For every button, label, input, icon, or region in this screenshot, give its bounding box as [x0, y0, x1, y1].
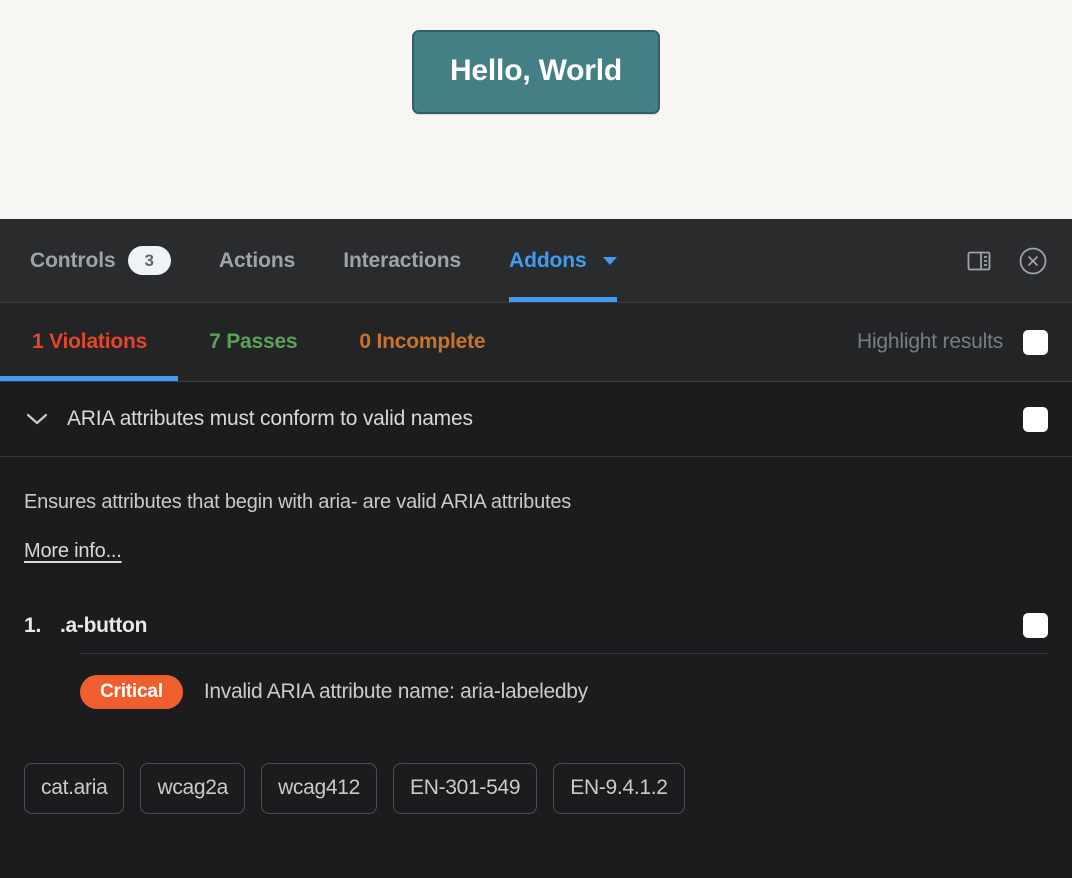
a11y-results-tabs: 1 Violations 7 Passes 0 Incomplete Highl… [0, 303, 1072, 382]
tab-interactions-label: Interactions [343, 248, 462, 272]
tag-chip[interactable]: EN-301-549 [393, 763, 538, 814]
tab-interactions[interactable]: Interactions [343, 219, 461, 302]
controls-count-badge: 3 [127, 246, 171, 275]
tab-incomplete-label: 0 Incomplete [359, 330, 486, 353]
panel-layout-icon[interactable] [966, 248, 992, 274]
node-target-selector: .a-button [60, 613, 148, 637]
tab-controls-label: Controls [30, 248, 116, 272]
highlight-results-label: Highlight results [857, 330, 1003, 353]
preview-canvas: Hello, World [0, 0, 1072, 219]
tab-addons-label: Addons [509, 248, 587, 272]
node-detail: Critical Invalid ARIA attribute name: ar… [80, 653, 1048, 709]
tag-chip[interactable]: wcag412 [261, 763, 378, 814]
violation-details: Ensures attributes that begin with aria-… [0, 457, 1072, 709]
chevron-down-icon[interactable] [24, 412, 50, 426]
tab-actions-label: Actions [218, 248, 296, 272]
tab-actions[interactable]: Actions [219, 219, 295, 302]
close-circle-icon[interactable] [1018, 246, 1048, 276]
node-header: 1. .a-button [24, 613, 1048, 638]
active-tab-underline [509, 297, 617, 302]
tab-incomplete[interactable]: 0 Incomplete [359, 303, 485, 381]
tag-chip[interactable]: cat.aria [24, 763, 125, 814]
violation-tag-list: cat.aria wcag2a wcag412 EN-301-549 EN-9.… [0, 763, 1072, 814]
tab-addons[interactable]: Addons [509, 219, 617, 302]
node-message: Invalid ARIA attribute name: aria-labele… [203, 680, 588, 703]
highlight-results-control: Highlight results [857, 329, 1048, 355]
violations-tab-underline [0, 376, 179, 381]
tab-violations[interactable]: 1 Violations [0, 303, 179, 381]
highlight-results-checkbox[interactable] [1023, 329, 1048, 355]
tab-passes[interactable]: 7 Passes [209, 303, 298, 381]
violation-node-list: 1. .a-button Critical Invalid ARIA attri… [24, 613, 1048, 709]
chevron-down-icon [602, 256, 617, 265]
violation-header-row[interactable]: ARIA attributes must conform to valid na… [0, 382, 1072, 457]
list-item: 1. .a-button Critical Invalid ARIA attri… [24, 613, 1048, 709]
node-index: 1. [24, 613, 42, 637]
hello-world-button[interactable]: Hello, World [411, 30, 661, 114]
violation-title: ARIA attributes must conform to valid na… [67, 407, 473, 430]
tab-violations-label: 1 Violations [32, 330, 148, 353]
tag-chip[interactable]: wcag2a [140, 763, 246, 814]
violation-select-checkbox[interactable] [1023, 406, 1048, 432]
violation-description: Ensures attributes that begin with aria-… [24, 491, 572, 513]
tag-chip[interactable]: EN-9.4.1.2 [553, 763, 685, 814]
tab-controls[interactable]: Controls 3 [30, 219, 171, 302]
toolbar-actions [966, 246, 1048, 276]
addon-panel: Controls 3 Actions Interactions Addons 1… [0, 219, 1072, 878]
tab-passes-label: 7 Passes [209, 330, 298, 353]
status-badge: Critical [80, 675, 183, 709]
more-info-link[interactable]: More info... [24, 540, 122, 562]
panel-toolbar: Controls 3 Actions Interactions Addons [0, 219, 1072, 303]
node-select-checkbox[interactable] [1023, 613, 1048, 638]
